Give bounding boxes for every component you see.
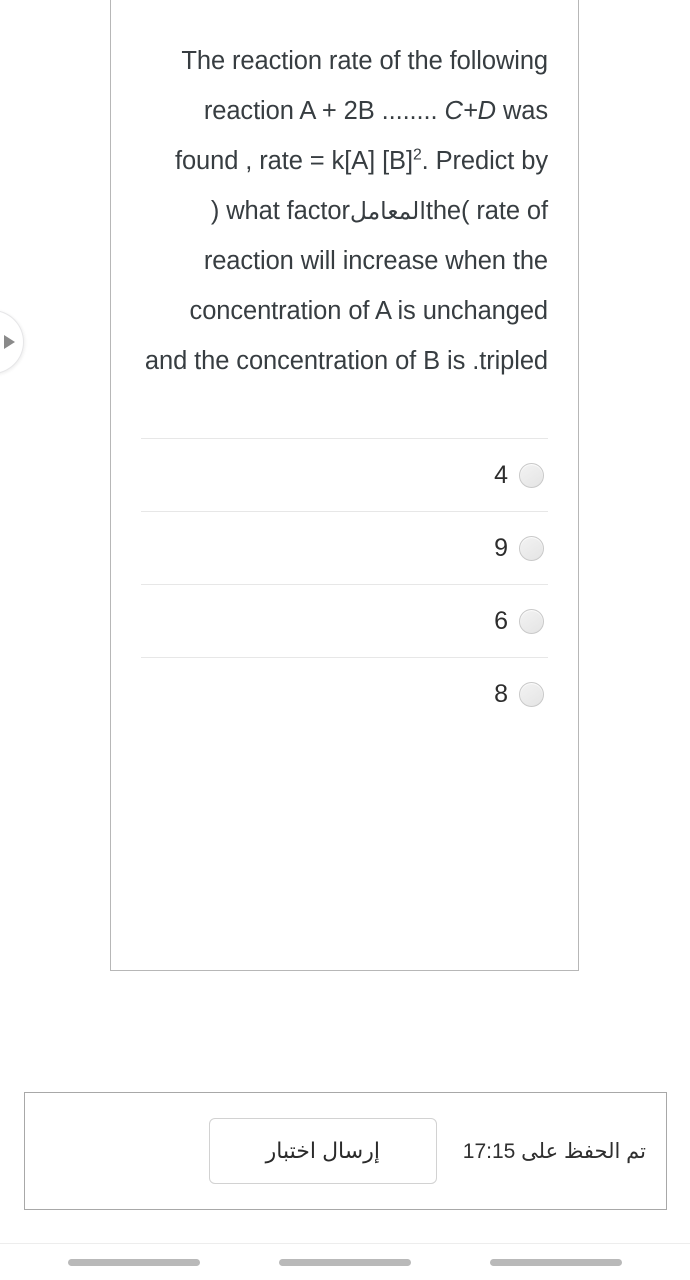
- recents-pill-icon[interactable]: [67, 1258, 200, 1266]
- option-label: 8: [494, 679, 508, 708]
- rate-law-base: = k[A] [B]: [309, 147, 413, 175]
- question-card: The reaction rate of the following react…: [110, 0, 579, 971]
- question-line-1: The reaction rate of the: [181, 47, 443, 75]
- question-line-11: .tripled: [472, 347, 548, 375]
- question-line-5-pre: the(: [425, 197, 470, 225]
- answer-options-list: 4 9 6 8: [141, 438, 548, 730]
- option-row[interactable]: 9: [141, 511, 548, 584]
- radio-button-icon[interactable]: [519, 608, 544, 634]
- rate-law-tail: . Predict by: [421, 147, 548, 175]
- question-line-7: increase when the: [342, 247, 548, 275]
- option-row[interactable]: 8: [141, 657, 548, 730]
- radio-button-icon[interactable]: [519, 681, 544, 707]
- play-triangle-right-icon: [4, 335, 15, 349]
- quiz-footer-bar: تم الحفظ على 17:15 إرسال اختبار: [24, 1092, 667, 1210]
- rate-law-exponent: 2: [412, 146, 422, 164]
- question-text: The reaction rate of the following react…: [141, 36, 548, 386]
- question-line-5-post: ) what factor: [210, 197, 350, 225]
- home-pill-icon[interactable]: [278, 1258, 411, 1266]
- option-row[interactable]: 4: [141, 438, 548, 511]
- submit-quiz-button[interactable]: إرسال اختبار: [208, 1118, 437, 1184]
- question-arabic-term: المعامل: [349, 198, 426, 224]
- question-line-3-dots: ........: [381, 97, 438, 125]
- option-label: 6: [494, 606, 508, 635]
- radio-button-icon[interactable]: [519, 462, 544, 488]
- android-navigation-bar: [0, 1243, 690, 1280]
- saved-status-text: تم الحفظ على 17:15: [462, 1139, 646, 1163]
- quiz-screen: The reaction rate of the following react…: [0, 0, 690, 1280]
- option-label: 9: [494, 533, 508, 562]
- option-label: 4: [494, 460, 508, 489]
- option-row[interactable]: 6: [141, 584, 548, 657]
- drawer-toggle-handle[interactable]: [0, 310, 24, 374]
- radio-button-icon[interactable]: [519, 535, 544, 561]
- question-reaction-products: C+D: [444, 97, 497, 125]
- question-rate-law: = k[A] [B]2. Predict by: [310, 147, 548, 175]
- back-pill-icon[interactable]: [490, 1258, 623, 1266]
- question-line-10: concentration of B is: [236, 347, 466, 375]
- question-line-8: concentration of A is: [189, 297, 416, 325]
